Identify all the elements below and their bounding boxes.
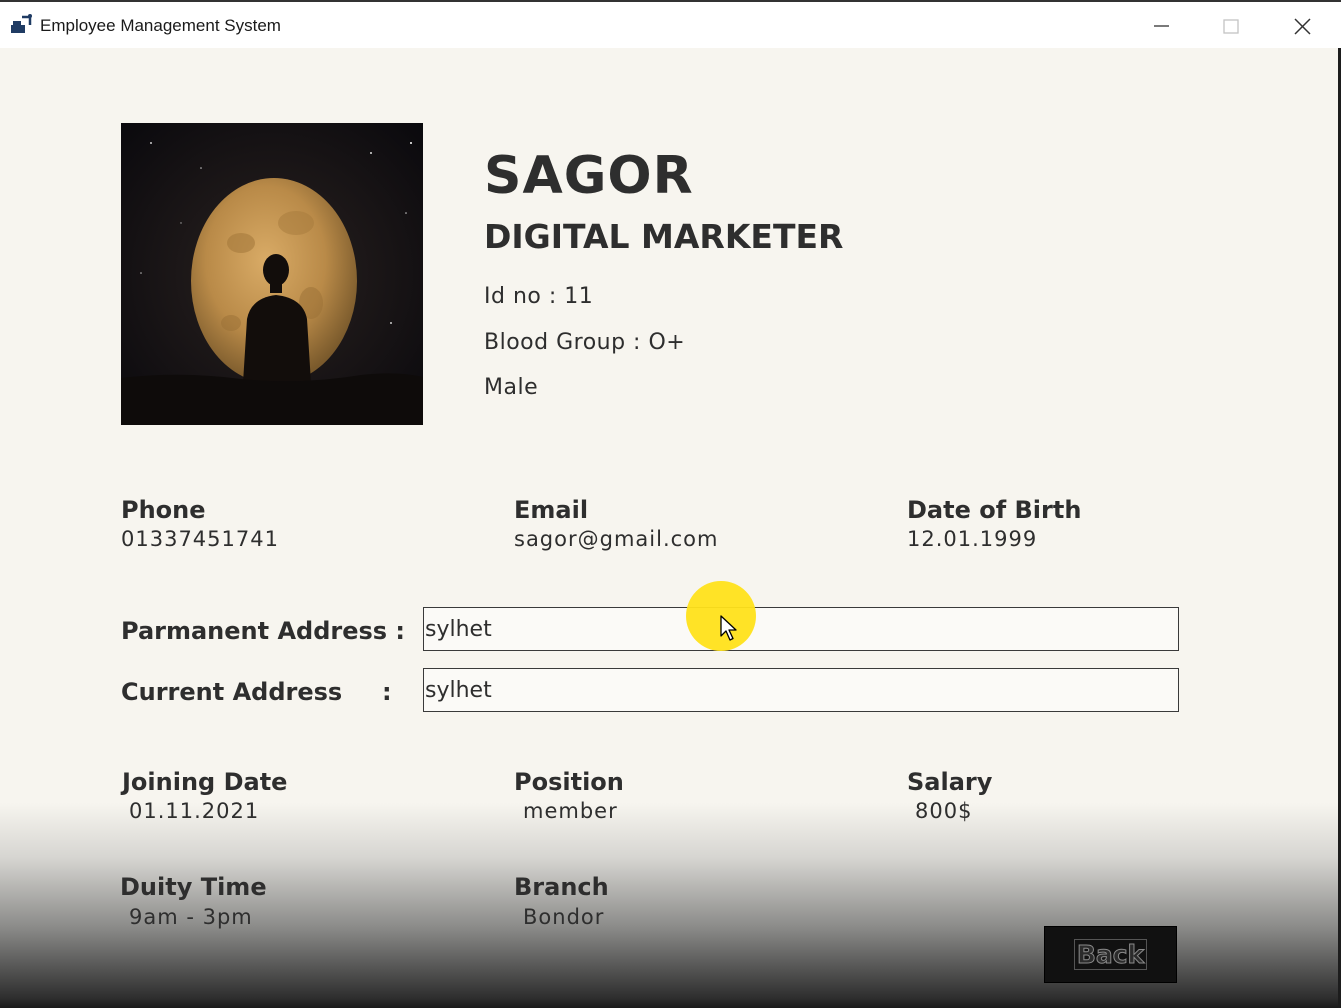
employee-role: DIGITAL MARKETER: [484, 217, 844, 256]
branch-label: Branch: [514, 873, 609, 901]
employee-name: SAGOR: [484, 146, 694, 206]
dob-value: 12.01.1999: [907, 527, 1038, 551]
employee-id: Id no : 11: [484, 284, 594, 309]
joining-date-label: Joining Date: [122, 768, 288, 796]
dob-label: Date of Birth: [907, 496, 1082, 524]
phone-label: Phone: [121, 496, 206, 524]
email-label: Email: [514, 496, 589, 524]
phone-value: 01337451741: [121, 527, 279, 551]
close-icon[interactable]: [1287, 12, 1317, 40]
position-label: Position: [514, 768, 624, 796]
permanent-address-field[interactable]: [423, 607, 1179, 651]
maximize-icon[interactable]: [1216, 12, 1246, 40]
blood-group: Blood Group : O+: [484, 330, 686, 355]
salary-value: 800$: [915, 799, 973, 823]
moon-silhouette-photo: [121, 123, 423, 425]
salary-label: Salary: [907, 768, 993, 796]
email-value: sagor@gmail.com: [514, 527, 719, 551]
mouse-pointer-icon: [720, 615, 737, 641]
minimize-icon[interactable]: [1146, 12, 1176, 40]
current-address-field[interactable]: [423, 668, 1179, 712]
profile-photo: [121, 123, 423, 425]
position-value: member: [523, 799, 618, 823]
current-address-colon: :: [382, 678, 392, 706]
window-title: Employee Management System: [40, 16, 281, 35]
current-address-label: Current Address: [121, 678, 343, 706]
duty-time-value: 9am - 3pm: [129, 905, 253, 929]
back-button[interactable]: Back: [1044, 926, 1177, 983]
duty-time-label: Duity Time: [120, 873, 267, 901]
branch-value: Bondor: [523, 905, 605, 929]
permanent-address-label: Parmanent Address :: [121, 617, 406, 645]
joining-date-value: 01.11.2021: [129, 799, 260, 823]
back-button-label: Back: [1073, 939, 1148, 970]
gender: Male: [484, 375, 539, 400]
title-bar: Employee Management System: [0, 0, 1341, 48]
app-icon: [11, 14, 32, 33]
